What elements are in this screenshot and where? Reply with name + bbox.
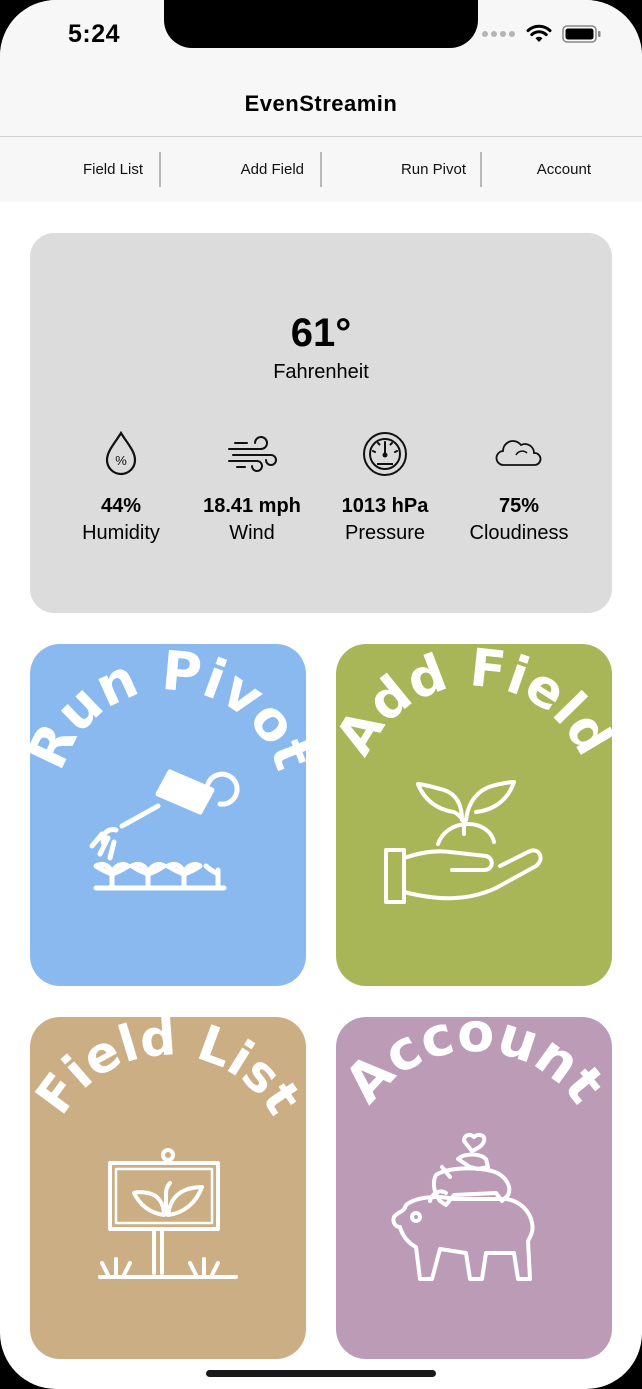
tab-run-pivot[interactable]: Run Pivot: [322, 151, 482, 187]
phone-screen: 5:24 EvenStreamin Field List Add Field R…: [0, 0, 642, 1389]
wind-label: Wind: [229, 522, 275, 544]
watering-can-icon: [89, 769, 240, 891]
humidity-drop-icon: %: [105, 431, 137, 476]
weather-card: 61° Fahrenheit % 44% Humidity 18.41 mph: [30, 233, 612, 613]
svg-text:%: %: [115, 453, 127, 468]
cloud-icon: [495, 440, 542, 466]
battery-icon: [562, 25, 601, 43]
home-indicator[interactable]: [206, 1370, 436, 1377]
stacked-animals-icon: [391, 1132, 535, 1281]
humidity-value: 44%: [100, 495, 142, 517]
tab-account[interactable]: Account: [482, 151, 642, 187]
tab-label: Account: [536, 160, 591, 178]
tile-title: Run Pivot: [30, 644, 306, 778]
cloudiness-label: Cloudiness: [469, 522, 569, 544]
pressure-label: Pressure: [344, 522, 426, 544]
tile-title: Field List: [30, 1017, 306, 1125]
tile-title: Add Field: [336, 644, 612, 765]
tab-label: Field List: [82, 160, 143, 178]
status-icons: [482, 24, 602, 44]
tab-label: Run Pivot: [400, 160, 466, 178]
field-list-tile[interactable]: Field List: [30, 1017, 306, 1359]
hand-sprout-icon: [384, 780, 543, 904]
navigation-bar: EvenStreamin: [0, 76, 642, 137]
device-notch: [164, 0, 478, 48]
humidity-metric: % 44% Humidity: [51, 431, 191, 545]
add-field-tile[interactable]: Add Field: [336, 644, 612, 986]
tile-title: Account: [336, 1017, 612, 1115]
wind-metric: 18.41 mph Wind: [182, 431, 322, 545]
app-title: EvenStreamin: [244, 91, 398, 116]
wind-value: 18.41 mph: [203, 495, 301, 517]
tab-add-field[interactable]: Add Field: [161, 151, 321, 187]
run-pivot-tile[interactable]: Run Pivot: [30, 644, 306, 986]
status-bar: 5:24: [0, 0, 642, 76]
pressure-value: 1013 hPa: [341, 495, 429, 517]
cloudiness-value: 75%: [498, 495, 540, 517]
signal-icon: [482, 31, 515, 37]
temperature-unit: Fahrenheit: [273, 361, 369, 383]
tab-field-list[interactable]: Field List: [0, 151, 161, 187]
temperature-value: 61°: [290, 311, 352, 355]
account-tile[interactable]: Account: [336, 1017, 612, 1359]
tab-label: Add Field: [240, 160, 304, 178]
cloudiness-metric: 75% Cloudiness: [449, 431, 589, 545]
field-sign-icon: [98, 1148, 238, 1279]
wifi-icon: [526, 24, 552, 42]
top-tab-bar: Field List Add Field Run Pivot Account: [0, 137, 642, 202]
pressure-gauge-icon: [363, 432, 407, 476]
wind-icon: [228, 436, 277, 472]
status-time: 5:24: [68, 20, 121, 48]
humidity-label: Humidity: [82, 522, 160, 544]
pressure-metric: 1013 hPa Pressure: [315, 431, 455, 545]
